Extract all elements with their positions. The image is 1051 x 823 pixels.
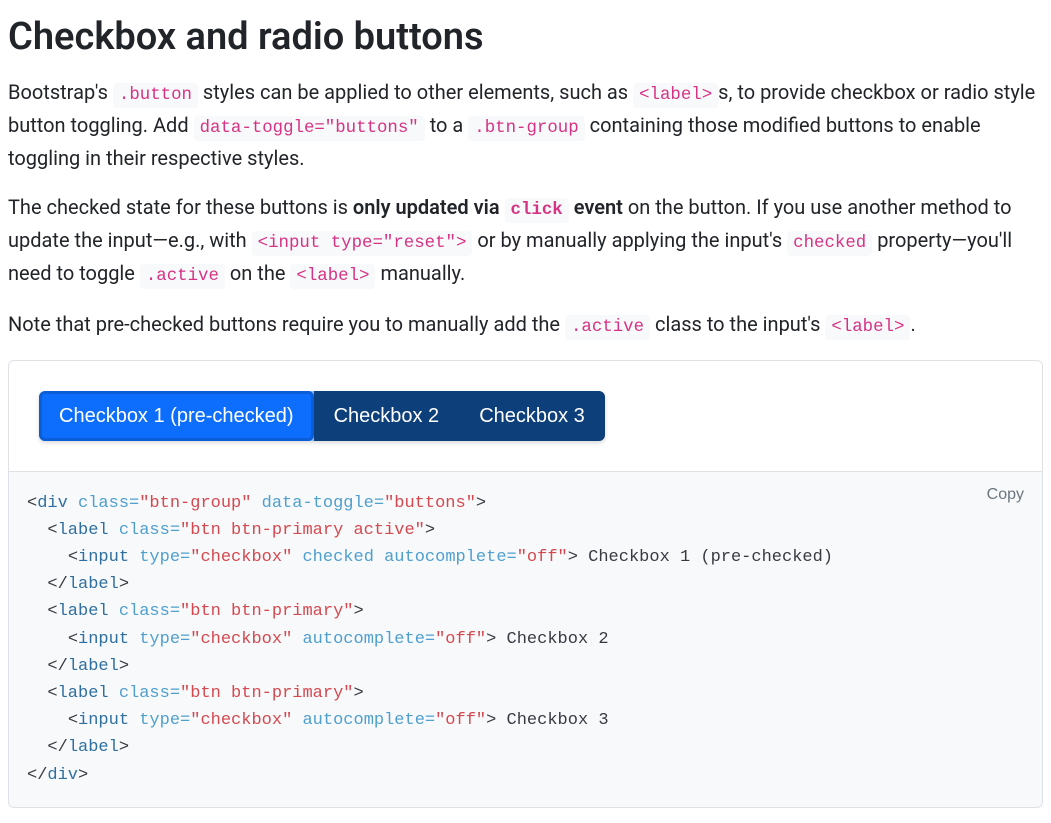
text: manually.: [375, 261, 465, 285]
attr: class=: [119, 602, 180, 621]
code-inline: data-toggle="buttons": [194, 116, 425, 141]
text: Checkbox 3: [496, 711, 608, 730]
attr: type=: [139, 630, 190, 649]
example-block: Checkbox 1 (pre-checked) Checkbox 2 Chec…: [8, 360, 1043, 472]
tag: input: [78, 630, 129, 649]
text: Checkbox 2: [496, 630, 608, 649]
attr: class=: [119, 684, 180, 703]
tag: label: [68, 657, 119, 676]
attr: type=: [139, 711, 190, 730]
tag: label: [58, 602, 109, 621]
checkbox-2-button[interactable]: Checkbox 2: [314, 391, 460, 441]
code-inline: <input type="reset">: [252, 231, 473, 256]
text: event: [569, 195, 623, 219]
tag: input: [78, 548, 129, 567]
intro-paragraph-2: The checked state for these buttons is o…: [8, 192, 1043, 291]
val: "checkbox": [190, 548, 292, 567]
text: on the: [225, 261, 291, 285]
text: styles can be applied to other elements,…: [198, 80, 633, 104]
text: Note that pre-checked buttons require yo…: [8, 312, 565, 336]
text: Checkbox 1 (pre-checked): [578, 548, 833, 567]
text: or by manually applying the input's: [472, 228, 787, 252]
attr: data-toggle=: [262, 494, 384, 513]
tag: label: [58, 684, 109, 703]
tag: div: [37, 494, 68, 513]
code-inline: <label>: [633, 83, 718, 108]
copy-button[interactable]: Copy: [987, 486, 1024, 504]
val: "buttons": [384, 494, 476, 513]
code-inline: <label>: [825, 315, 910, 340]
code-block: Copy<div class="btn-group" data-toggle="…: [8, 472, 1043, 808]
tag: input: [78, 711, 129, 730]
checkbox-3-button[interactable]: Checkbox 3: [459, 391, 605, 441]
val: "off": [517, 548, 568, 567]
text: Bootstrap's: [8, 80, 113, 104]
val: "off": [435, 711, 486, 730]
tag: label: [68, 575, 119, 594]
checkbox-1-button[interactable]: Checkbox 1 (pre-checked): [39, 391, 314, 441]
code-inline: .button: [113, 83, 198, 108]
attr: checked: [302, 548, 373, 567]
code-inline: click: [505, 198, 569, 223]
val: "btn-group": [139, 494, 251, 513]
code-inline: checked: [787, 231, 872, 256]
val: "off": [435, 630, 486, 649]
text: .: [910, 312, 915, 336]
attr: autocomplete=: [302, 630, 435, 649]
tag: div: [47, 766, 78, 785]
btn-group: Checkbox 1 (pre-checked) Checkbox 2 Chec…: [39, 391, 605, 441]
intro-paragraph-1: Bootstrap's .button styles can be applie…: [8, 77, 1043, 174]
attr: class=: [119, 521, 180, 540]
attr: autocomplete=: [302, 711, 435, 730]
tag: label: [68, 738, 119, 757]
page-title: Checkbox and radio buttons: [8, 8, 1043, 67]
attr: type=: [139, 548, 190, 567]
val: "checkbox": [190, 630, 292, 649]
code-inline: .active: [565, 315, 650, 340]
tag: label: [58, 521, 109, 540]
attr: class=: [78, 494, 139, 513]
val: "btn btn-primary": [180, 602, 353, 621]
code-inline: .btn-group: [468, 116, 584, 141]
attr: autocomplete=: [384, 548, 517, 567]
text: only updated via: [353, 195, 505, 219]
val: "btn btn-primary": [180, 684, 353, 703]
bold-text: only updated via click event: [353, 195, 623, 219]
text: to a: [425, 113, 469, 137]
val: "checkbox": [190, 711, 292, 730]
text: The checked state for these buttons is: [8, 195, 353, 219]
intro-paragraph-3: Note that pre-checked buttons require yo…: [8, 309, 1043, 342]
text: class to the input's: [650, 312, 825, 336]
code-inline: <label>: [290, 264, 375, 289]
code-inline: .active: [140, 264, 225, 289]
val: "btn btn-primary active": [180, 521, 425, 540]
